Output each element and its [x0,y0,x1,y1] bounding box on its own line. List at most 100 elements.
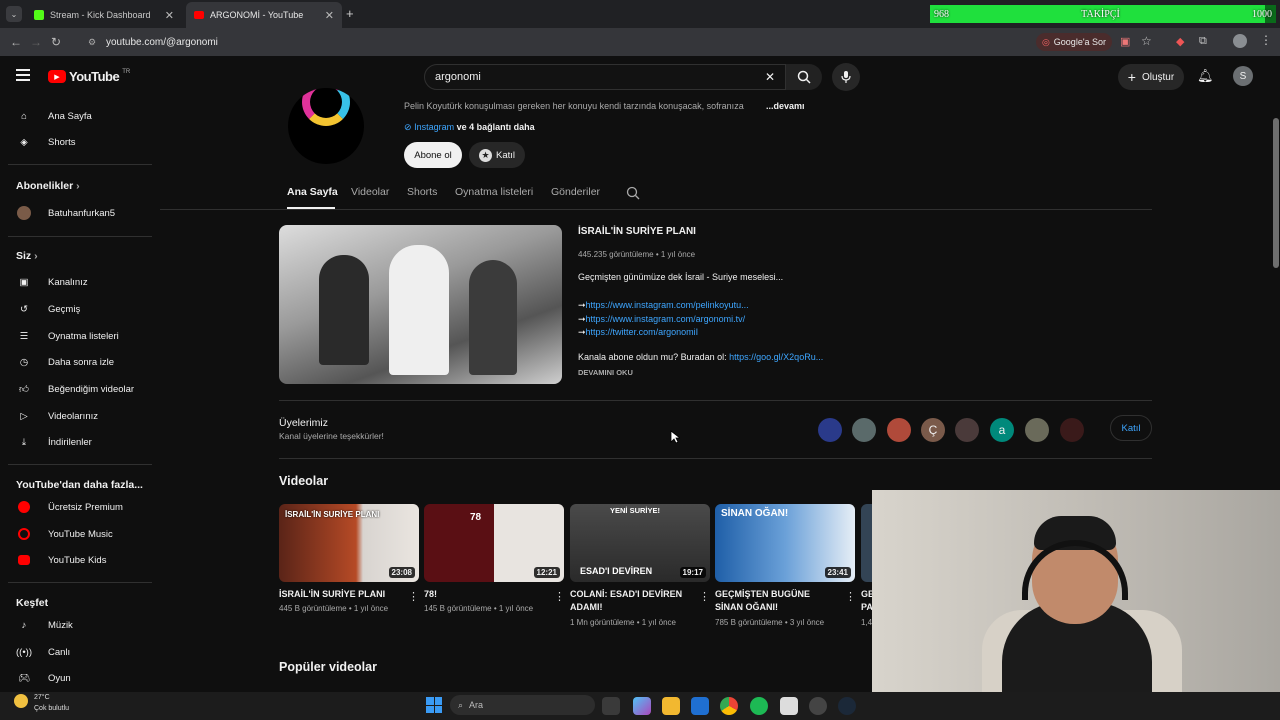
you-heading[interactable]: Siz › [16,250,38,262]
extensions-puzzle-icon[interactable]: ⧉ [1199,35,1207,48]
sidebar-item-shorts[interactable]: ◈ Shorts [0,129,156,155]
member-avatar[interactable]: Ç [921,418,945,442]
video-title[interactable]: İSRAİL'İN SURİYE PLANI [279,588,399,601]
featured-video-player[interactable] [279,225,562,384]
video-thumbnail[interactable]: İSRAİL'İN SURİYE PLANI 23:08 [279,504,419,582]
sidebar-item-live[interactable]: ((•)) Canlı [0,639,156,665]
profile-icon[interactable] [1233,34,1247,48]
new-tab-icon[interactable]: + [346,6,354,21]
sidebar-item-music-explore[interactable]: ♪ Müzik [0,612,156,638]
sidebar-item-downloads[interactable]: ⤓ İndirilenler [0,429,156,455]
tab-kick[interactable]: Stream - Kick Dashboard ✕ [26,2,182,28]
channel-description[interactable]: Pelin Koyutürk konuşulması gereken her k… [404,101,764,111]
subscribe-button[interactable]: Abone ol [404,142,462,168]
copilot-icon[interactable] [633,697,651,715]
popular-videos-title[interactable]: Popüler videolar [279,660,377,674]
more-options-icon[interactable]: ⋮ [845,590,856,603]
menu-icon[interactable] [16,69,30,81]
browser-menu-icon[interactable]: ⋮ [1260,33,1272,47]
more-options-icon[interactable]: ⋮ [699,590,710,603]
member-avatar[interactable] [818,418,842,442]
notifications-bell-icon[interactable]: 🔔︎ [1197,68,1214,84]
chrome-icon[interactable] [720,697,738,715]
clear-search-icon[interactable]: ✕ [765,70,775,84]
forward-icon[interactable]: → [26,35,46,49]
tab-posts[interactable]: Gönderiler [551,186,600,198]
tab-playlists[interactable]: Oynatma listeleri [455,186,533,198]
search-button[interactable] [786,64,822,90]
member-avatar[interactable]: a [990,418,1014,442]
bookmark-star-icon[interactable]: ☆ [1141,34,1152,48]
obs-icon[interactable] [809,697,827,715]
weather-icon[interactable] [14,694,28,708]
account-avatar[interactable]: S [1233,66,1253,86]
windows-start-icon[interactable] [426,697,442,713]
sidebar-item-premium[interactable]: Ücretsiz Premium [0,494,156,520]
url-field[interactable]: ⚙ youtube.com/@argonomi [80,32,960,52]
spotify-icon[interactable] [750,697,768,715]
member-avatar[interactable] [1060,418,1084,442]
sidebar-item-liked-videos[interactable]: 👍︎ Beğendiğim videolar [0,376,156,402]
sidebar-item-home[interactable]: ⌂ Ana Sayfa [0,103,156,129]
sidebar-item-subscription[interactable]: Batuhanfurkan5 [0,200,156,226]
member-avatar[interactable] [887,418,911,442]
member-avatar[interactable] [852,418,876,442]
youtube-logo[interactable]: ▶ YouTube TR [48,69,130,84]
join-button[interactable]: ★ Katıl [469,142,525,168]
create-button[interactable]: + Oluştur [1118,64,1184,90]
sidebar-item-your-channel[interactable]: ▣ Kanalınız [0,269,156,295]
notepad-icon[interactable] [780,697,798,715]
sidebar-item-kids[interactable]: YouTube Kids [0,547,156,573]
video-thumbnail[interactable]: SİNAN OĞAN! 23:41 [715,504,855,582]
sidebar-item-music[interactable]: YouTube Music [0,521,156,547]
video-thumbnail-partial[interactable] [861,504,872,582]
subscriptions-heading[interactable]: Abonelikler › [16,180,80,192]
member-avatar[interactable] [1025,418,1049,442]
members-join-button[interactable]: Katıl [1110,415,1152,441]
voice-search-button[interactable] [832,63,860,91]
search-input[interactable]: argonomi ✕ [424,64,786,90]
site-info-icon[interactable]: ⚙ [88,37,96,48]
featured-title[interactable]: İSRAİL'İN SURİYE PLANI [578,226,696,237]
tab-list-button[interactable]: ⌄ [6,6,22,22]
sidebar-item-watch-later[interactable]: ◷ Daha sonra izle [0,349,156,375]
reload-icon[interactable]: ↻ [46,35,66,49]
back-icon[interactable]: ← [6,35,26,49]
featured-link[interactable]: https://twitter.com/argonomiI [586,327,699,337]
tab-videos[interactable]: Videolar [351,186,389,198]
more-options-icon[interactable]: ⋮ [554,590,565,603]
file-explorer-icon[interactable] [662,697,680,715]
tab-youtube[interactable]: ARGONOMİ - YouTube ✕ [186,2,342,28]
channel-search-icon[interactable] [626,186,640,200]
sidebar-item-playlists[interactable]: ☰ Oynatma listeleri [0,323,156,349]
cast-icon[interactable]: ▣ [1120,35,1130,48]
tab-home[interactable]: Ana Sayfa [287,186,338,198]
sidebar-item-your-videos[interactable]: ▷ Videolarınız [0,403,156,429]
video-title-partial[interactable]: GE PA [861,588,872,614]
tab-shorts[interactable]: Shorts [407,186,437,198]
video-title[interactable]: GEÇMİŞTEN BUGÜNE SİNAN OĞANI! [715,588,840,614]
video-thumbnail[interactable]: YENİ SURİYE! ESAD'I DEVİREN 19:17 [570,504,710,582]
store-icon[interactable] [691,697,709,715]
videos-section-title[interactable]: Videolar [279,474,328,488]
close-tab-icon[interactable]: ✕ [165,9,174,22]
extension-icon[interactable]: ◆ [1176,35,1184,48]
video-title[interactable]: COLANİ: ESAD'I DEVİREN ADAMI! [570,588,690,614]
member-avatar[interactable] [955,418,979,442]
ask-google-button[interactable]: ◎ Google'a Sor [1036,33,1112,51]
sidebar-item-history[interactable]: ↺ Geçmiş [0,296,156,322]
read-more-link[interactable]: DEVAMINI OKU [578,368,633,377]
scrollbar-thumb[interactable] [1273,118,1279,268]
featured-link[interactable]: https://www.instagram.com/pelinkoyutu... [586,300,749,310]
channel-avatar-large[interactable] [288,88,364,164]
description-more-link[interactable]: ...devamı [766,101,805,111]
video-thumbnail[interactable]: 78 12:21 [424,504,564,582]
more-links[interactable]: ve 4 bağlantı daha [457,122,535,132]
sidebar-item-gaming[interactable]: 🎮︎ Oyun [0,665,156,691]
steam-icon[interactable] [838,697,856,715]
task-view-icon[interactable] [602,697,620,715]
cta-link[interactable]: https://goo.gl/X2qoRu... [729,352,823,362]
more-options-icon[interactable]: ⋮ [408,590,419,603]
instagram-link[interactable]: Instagram [414,122,454,132]
close-tab-icon[interactable]: ✕ [325,9,334,22]
